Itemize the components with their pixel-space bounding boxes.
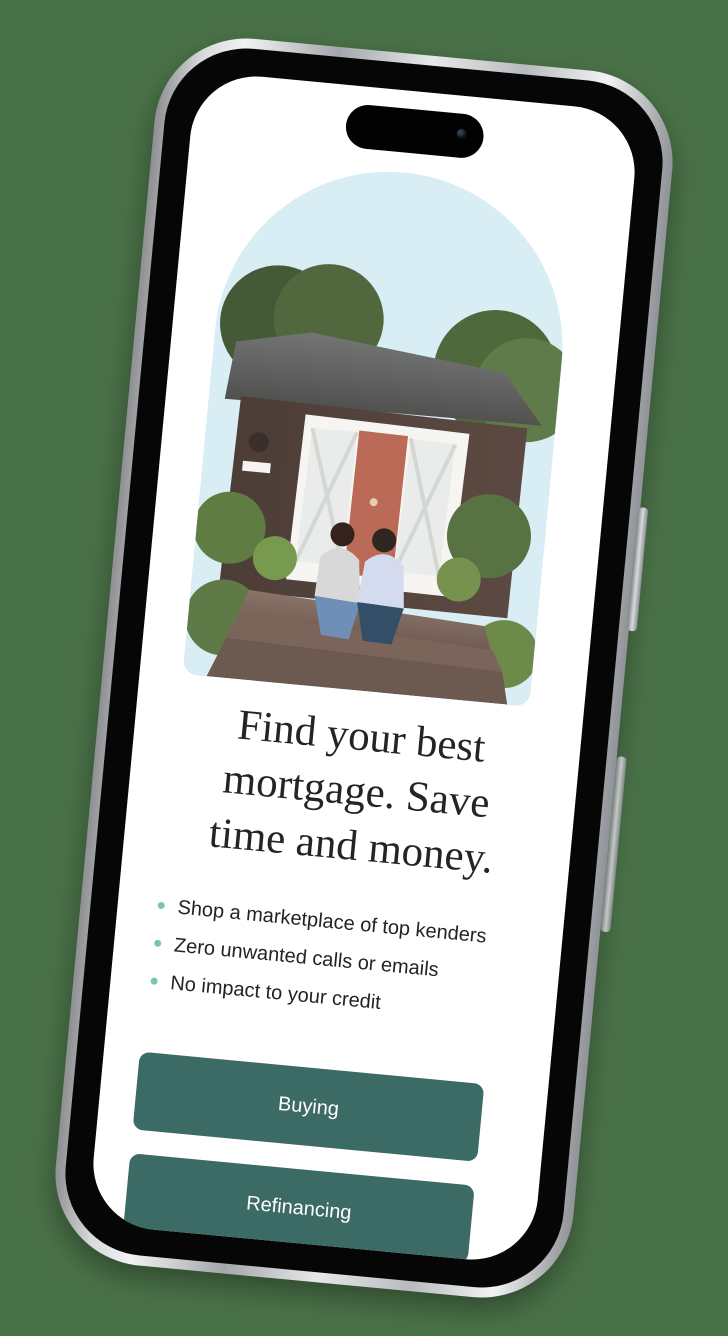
benefits-list: Shop a marketplace of top kenders Zero u… [148,893,487,1038]
buying-button[interactable]: Buying [132,1051,485,1162]
house-photo [182,156,579,707]
bullet-icon [153,939,162,948]
dynamic-island [343,102,486,160]
camera-icon [456,128,468,140]
app-screen: Find your best mortgage. Save time and m… [87,70,641,1266]
headline: Find your best mortgage. Save time and m… [152,691,560,892]
smartphone: Find your best mortgage. Save time and m… [47,30,681,1306]
hero-image [182,156,579,707]
bullet-icon [150,977,158,985]
device-showcase: Find your best mortgage. Save time and m… [0,0,728,1336]
bullet-icon [157,901,166,910]
refinancing-button[interactable]: Refinancing [122,1153,475,1264]
